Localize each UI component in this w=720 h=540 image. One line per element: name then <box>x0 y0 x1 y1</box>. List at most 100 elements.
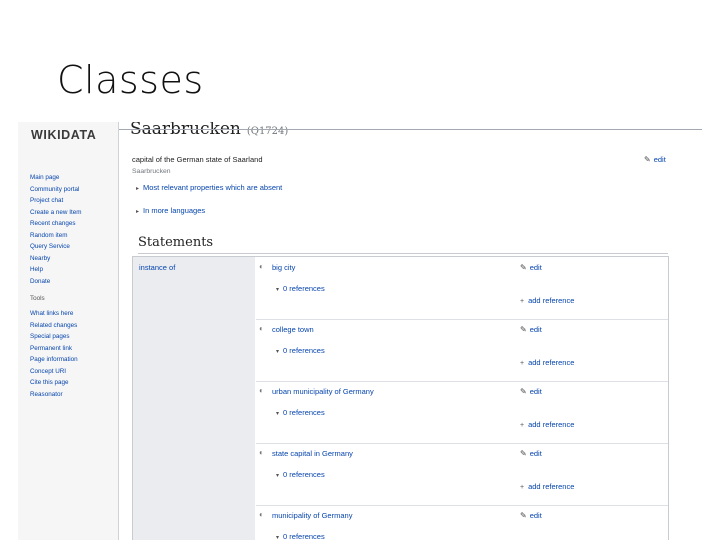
edit-label: edit <box>529 511 542 520</box>
references-count: 0 references <box>283 284 325 293</box>
add-reference-label: add reference <box>528 296 575 305</box>
title-divider <box>119 129 702 130</box>
slide-title: Classes <box>57 58 204 102</box>
value-edit-button[interactable]: ✎ edit <box>520 263 542 272</box>
plus-icon: + <box>520 484 525 491</box>
pencil-icon: ✎ <box>520 387 527 396</box>
tools-item-concept-uri[interactable]: Concept URI <box>30 366 78 378</box>
statement-value: ◐ big city ✎ edit ▾ 0 references + add refe… <box>256 257 668 320</box>
statement-group-instance-of: instance of ◐ big city ✎ edit ▾ 0 referenc… <box>132 256 669 540</box>
normal-rank-icon[interactable]: ◐ <box>259 386 264 395</box>
add-reference-button[interactable]: + add reference <box>520 420 574 429</box>
normal-rank-icon[interactable]: ◐ <box>259 510 264 519</box>
edit-label: edit <box>529 263 542 272</box>
plus-icon: + <box>520 360 525 367</box>
add-reference-button[interactable]: + add reference <box>520 482 574 491</box>
references-count: 0 references <box>283 532 325 540</box>
sidebar-item-nearby[interactable]: Nearby <box>30 253 81 265</box>
value-label[interactable]: big city <box>272 263 295 272</box>
sidebar-item-recent-changes[interactable]: Recent changes <box>30 218 81 230</box>
tools-item-cite-this-page[interactable]: Cite this page <box>30 377 78 389</box>
item-description: capital of the German state of Saarland <box>132 155 263 164</box>
references-count: 0 references <box>283 470 325 479</box>
sidebar-item-main-page[interactable]: Main page <box>30 172 81 184</box>
value-edit-button[interactable]: ✎ edit <box>520 449 542 458</box>
sidebar-item-project-chat[interactable]: Project chat <box>30 195 81 207</box>
tools-item-permanent-link[interactable]: Permanent link <box>30 343 78 355</box>
triangle-down-icon: ▾ <box>276 535 280 540</box>
toggle-absent-properties[interactable]: ▸ Most relevant properties which are abse… <box>136 183 282 192</box>
sidebar: WIKIDATA Main page Community portal Proj… <box>18 122 118 540</box>
value-label[interactable]: urban municipality of Germany <box>272 387 374 396</box>
wikidata-screenshot: WIKIDATA Main page Community portal Proj… <box>18 122 702 540</box>
references-count: 0 references <box>283 408 325 417</box>
edit-label: edit <box>653 155 666 164</box>
statement-value: ◐ municipality of Germany ✎ edit ▾ 0 refer… <box>256 505 668 540</box>
toggle-absent-label: Most relevant properties which are absen… <box>143 183 283 192</box>
triangle-down-icon: ▾ <box>276 473 280 479</box>
pencil-icon: ✎ <box>520 263 527 272</box>
triangle-down-icon: ▾ <box>276 411 280 417</box>
triangle-down-icon: ▾ <box>276 349 280 355</box>
plus-icon: + <box>520 298 525 305</box>
item-label: Saarbrucken <box>130 122 241 139</box>
references-toggle[interactable]: ▾ 0 references <box>276 470 325 479</box>
sidebar-item-help[interactable]: Help <box>30 264 81 276</box>
statement-value: ◐ urban municipality of Germany ✎ edit ▾ 0… <box>256 381 668 444</box>
normal-rank-icon[interactable]: ◐ <box>259 324 264 333</box>
edit-label: edit <box>529 387 542 396</box>
tools-item-special-pages[interactable]: Special pages <box>30 331 78 343</box>
plus-icon: + <box>520 422 525 429</box>
sidebar-item-random-item[interactable]: Random item <box>30 230 81 242</box>
statements-divider <box>138 253 668 254</box>
add-reference-button[interactable]: + add reference <box>520 358 574 367</box>
value-edit-button[interactable]: ✎ edit <box>520 387 542 396</box>
value-label[interactable]: state capital in Germany <box>272 449 353 458</box>
item-qid: (Q1724) <box>246 126 289 137</box>
tools-item-page-information[interactable]: Page information <box>30 354 78 366</box>
normal-rank-icon[interactable]: ◐ <box>259 448 264 457</box>
termbox-edit-button[interactable]: ✎ edit <box>644 155 666 164</box>
item-alias: Saarbrucken <box>132 168 171 175</box>
add-reference-label: add reference <box>528 358 575 367</box>
value-edit-button[interactable]: ✎ edit <box>520 511 542 520</box>
wikidata-logo[interactable]: WIKIDATA <box>31 128 96 142</box>
triangle-right-icon: ▸ <box>136 209 140 215</box>
tools-item-what-links-here[interactable]: What links here <box>30 308 78 320</box>
references-toggle[interactable]: ▾ 0 references <box>276 408 325 417</box>
statements-heading: Statements <box>138 235 214 250</box>
add-reference-label: add reference <box>528 420 575 429</box>
pencil-icon: ✎ <box>520 449 527 458</box>
sidebar-item-create-item[interactable]: Create a new Item <box>30 207 81 219</box>
add-reference-button[interactable]: + add reference <box>520 296 574 305</box>
pencil-icon: ✎ <box>644 155 651 164</box>
sidebar-item-community-portal[interactable]: Community portal <box>30 184 81 196</box>
triangle-down-icon: ▾ <box>276 287 280 293</box>
add-reference-label: add reference <box>528 482 575 491</box>
property-column: instance of <box>133 257 255 540</box>
tools-item-reasonator[interactable]: Reasonator <box>30 389 78 401</box>
value-label[interactable]: college town <box>272 325 314 334</box>
pencil-icon: ✎ <box>520 325 527 334</box>
references-toggle[interactable]: ▾ 0 references <box>276 532 325 540</box>
sidebar-divider <box>118 122 119 540</box>
edit-label: edit <box>529 325 542 334</box>
toggle-languages-label: In more languages <box>143 206 206 215</box>
tools-item-related-changes[interactable]: Related changes <box>30 320 78 332</box>
sidebar-item-query-service[interactable]: Query Service <box>30 241 81 253</box>
sidebar-nav: Main page Community portal Project chat … <box>30 172 81 287</box>
statement-value: ◐ college town ✎ edit ▾ 0 references + add … <box>256 319 668 382</box>
normal-rank-icon[interactable]: ◐ <box>259 262 264 271</box>
property-instance-of[interactable]: instance of <box>139 263 175 272</box>
item-title: Saarbrucken (Q1724) <box>130 122 288 139</box>
references-toggle[interactable]: ▾ 0 references <box>276 346 325 355</box>
value-edit-button[interactable]: ✎ edit <box>520 325 542 334</box>
toggle-more-languages[interactable]: ▸ In more languages <box>136 206 205 215</box>
pencil-icon: ✎ <box>520 511 527 520</box>
references-toggle[interactable]: ▾ 0 references <box>276 284 325 293</box>
sidebar-item-donate[interactable]: Donate <box>30 276 81 288</box>
triangle-right-icon: ▸ <box>136 186 140 192</box>
references-count: 0 references <box>283 346 325 355</box>
tools-nav: What links here Related changes Special … <box>30 308 78 400</box>
value-label[interactable]: municipality of Germany <box>272 511 352 520</box>
